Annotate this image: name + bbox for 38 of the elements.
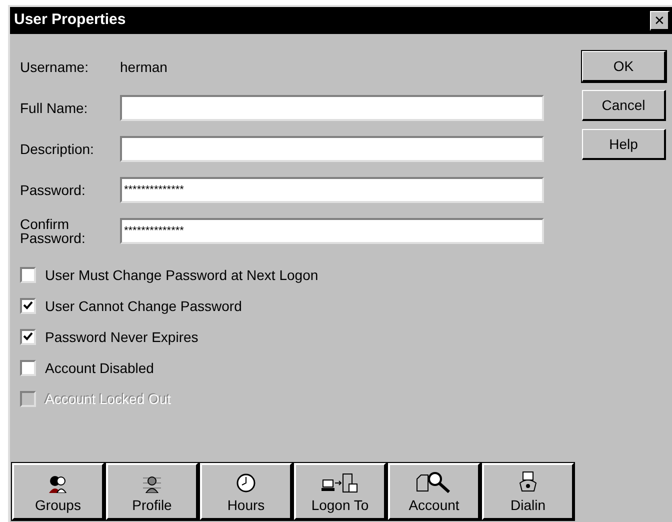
checkbox-label: Password Never Expires bbox=[45, 328, 198, 347]
people-icon bbox=[47, 475, 69, 493]
checkbox[interactable] bbox=[20, 267, 36, 283]
checkbox[interactable] bbox=[20, 329, 36, 345]
input-field[interactable] bbox=[120, 136, 544, 162]
checkbox-label: Account Disabled bbox=[45, 358, 154, 378]
person-icon bbox=[141, 475, 163, 493]
checkbox-label: User Cannot Change Password bbox=[45, 296, 242, 316]
toolbar-button[interactable]: Hours bbox=[200, 463, 292, 520]
checkbox[interactable] bbox=[20, 298, 36, 314]
field-label: Username: bbox=[20, 58, 90, 76]
window-title: User Properties bbox=[14, 10, 126, 30]
dialog-button[interactable]: Cancel bbox=[582, 90, 666, 121]
username-value: herman bbox=[120, 58, 168, 76]
field-label: Confirm Password: bbox=[20, 217, 86, 245]
dialog-button[interactable]: Help bbox=[582, 129, 666, 160]
checkbox-label: User Must Change Password at Next Logon bbox=[45, 266, 318, 285]
toolbar-button[interactable]: Account bbox=[388, 463, 480, 520]
check-icon bbox=[23, 332, 33, 342]
input-field[interactable]: ************** bbox=[120, 218, 544, 244]
toolbar-button[interactable]: Profile bbox=[106, 463, 198, 520]
field-label: Full Name: bbox=[20, 101, 89, 115]
clock-icon bbox=[236, 473, 256, 493]
checkbox[interactable] bbox=[20, 360, 36, 376]
toolbar-button[interactable]: Logon To bbox=[294, 463, 386, 520]
computer-to-server-icon bbox=[321, 473, 359, 493]
field-label: Password: bbox=[20, 183, 86, 197]
field-label: Description: bbox=[20, 142, 95, 156]
checkbox-label: Account Locked Out bbox=[45, 390, 172, 408]
input-field[interactable] bbox=[120, 95, 544, 121]
close-button[interactable]: ✕ bbox=[650, 10, 670, 30]
folder-magnifier-icon bbox=[416, 471, 452, 493]
toolbar-button[interactable]: Groups bbox=[12, 463, 104, 520]
phone-icon bbox=[517, 471, 539, 493]
dialog-button[interactable]: OK bbox=[582, 51, 666, 82]
toolbar-button[interactable]: Dialin bbox=[482, 463, 574, 520]
check-icon bbox=[23, 301, 33, 311]
input-field[interactable]: ************** bbox=[120, 177, 544, 203]
